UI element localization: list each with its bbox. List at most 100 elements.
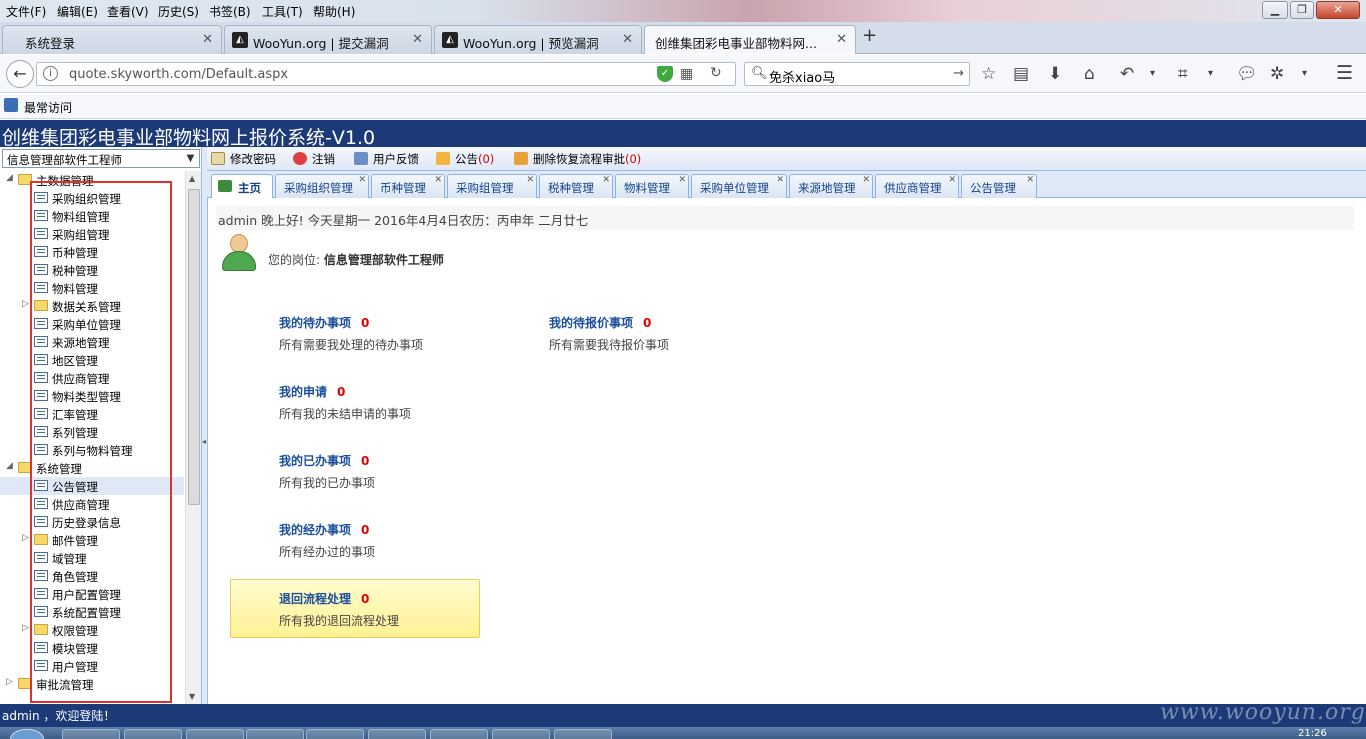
tab-app[interactable]: 来源地管理 ✕ — [789, 174, 873, 198]
task-apply-link[interactable]: 我的申请 — [279, 385, 327, 399]
taskbar-app[interactable] — [368, 729, 426, 739]
menu-tools[interactable]: 工具(T) — [262, 3, 303, 20]
undo-icon[interactable]: ↶ — [1120, 64, 1134, 84]
chevron-down-icon[interactable]: ▼ — [183, 151, 198, 166]
tree-item[interactable]: 供应商管理 — [0, 369, 184, 387]
browser-tab-skyworth[interactable]: 创维集团彩电事业部物料网... ✕ — [644, 25, 856, 54]
menu-bookmarks[interactable]: 书签(B) — [209, 3, 251, 20]
taskbar-app[interactable] — [186, 729, 244, 739]
tree-item[interactable]: 汇率管理 — [0, 405, 184, 423]
tab-close-icon[interactable]: ✕ — [602, 175, 610, 185]
tab-close-icon[interactable]: ✕ — [862, 175, 870, 185]
home-icon[interactable]: ⌂ — [1084, 64, 1095, 84]
tree-item[interactable]: 采购组管理 — [0, 225, 184, 243]
undo-dropdown-icon[interactable]: ▾ — [1150, 68, 1155, 79]
tab-close-icon[interactable]: ✕ — [202, 32, 213, 47]
hamburger-menu-icon[interactable]: ☰ — [1336, 62, 1353, 84]
tree-item[interactable]: 历史登录信息 — [0, 513, 184, 531]
reading-list-icon[interactable]: ▤ — [1013, 64, 1029, 84]
tab-app[interactable]: 采购组管理 ✕ — [447, 174, 537, 198]
taskbar-app[interactable] — [62, 729, 120, 739]
taskbar-app[interactable] — [492, 729, 550, 739]
taskbar-app[interactable] — [306, 729, 364, 739]
menu-help[interactable]: 帮助(H) — [313, 3, 355, 20]
tab-app[interactable]: 公告管理 ✕ — [961, 174, 1037, 198]
tree-item[interactable]: 采购组织管理 — [0, 189, 184, 207]
tree-item[interactable]: 来源地管理 — [0, 333, 184, 351]
task-handled-link[interactable]: 我的经办事项 — [279, 523, 351, 537]
tree-item[interactable]: 角色管理 — [0, 567, 184, 585]
tree-folder[interactable]: ▷ 权限管理 — [0, 621, 184, 639]
taskbar-app[interactable] — [124, 729, 182, 739]
tree-item[interactable]: 供应商管理 — [0, 495, 184, 513]
tab-close-icon[interactable]: ✕ — [948, 175, 956, 185]
logout-button[interactable]: 注销 — [293, 151, 335, 167]
menu-view[interactable]: 查看(V) — [107, 3, 149, 20]
tree-item[interactable]: 用户管理 — [0, 657, 184, 675]
delete-restore-button[interactable]: 删除恢复流程审批(0) — [514, 151, 641, 167]
browser-tab-login[interactable]: 系统登录 ✕ — [2, 25, 222, 54]
restore-button[interactable]: ❐ — [1290, 1, 1314, 19]
collapse-icon[interactable]: ◢ — [6, 461, 16, 471]
tab-close-icon[interactable]: ✕ — [434, 175, 442, 185]
feedback-button[interactable]: 用户反馈 — [354, 151, 419, 167]
task-returned-link[interactable]: 退回流程处理 — [279, 592, 351, 606]
task-quote-link[interactable]: 我的待报价事项 — [549, 316, 633, 330]
scroll-up-icon[interactable]: ▲ — [189, 174, 195, 183]
shield-icon[interactable]: ✓ — [657, 66, 673, 82]
tree-item[interactable]: 系列管理 — [0, 423, 184, 441]
back-button[interactable]: ← — [6, 60, 34, 88]
search-input[interactable]: 免杀xiao马 — [769, 67, 835, 86]
role-select[interactable]: 信息管理部软件工程师 ▼ — [2, 149, 200, 168]
expand-icon[interactable]: ▷ — [22, 533, 32, 543]
tree-item[interactable]: 系列与物料管理 — [0, 441, 184, 459]
taskbar-app[interactable] — [246, 729, 304, 739]
tab-app[interactable]: 采购组织管理 ✕ — [275, 174, 369, 198]
search-go-icon[interactable]: → — [953, 66, 964, 81]
tree-item[interactable]: 地区管理 — [0, 351, 184, 369]
info-icon[interactable]: i — [43, 66, 58, 81]
crop-icon[interactable]: ⌗ — [1178, 64, 1188, 84]
tree-item[interactable]: 模块管理 — [0, 639, 184, 657]
tab-app[interactable]: 采购单位管理 ✕ — [691, 174, 787, 198]
browser-tab-wooyun-submit[interactable]: ◭ WooYun.org | 提交漏洞 ✕ — [224, 25, 432, 54]
tab-close-icon[interactable]: ✕ — [526, 175, 534, 185]
tree-item[interactable]: 物料管理 — [0, 279, 184, 297]
bookmark-star-icon[interactable]: ☆ — [981, 64, 996, 84]
tree-item[interactable]: 税种管理 — [0, 261, 184, 279]
scroll-thumb[interactable] — [188, 189, 200, 505]
crop-dropdown-icon[interactable]: ▾ — [1208, 68, 1213, 79]
tree-folder[interactable]: ▷ 审批流管理 — [0, 675, 184, 693]
tree-folder[interactable]: ▷ 数据关系管理 — [0, 297, 184, 315]
minimize-button[interactable]: ▁ — [1262, 1, 1288, 19]
task-done-link[interactable]: 我的已办事项 — [279, 454, 351, 468]
change-password-button[interactable]: 修改密码 — [211, 151, 276, 167]
tree-folder[interactable]: ◢ 系统管理 — [0, 459, 184, 477]
tree-item[interactable]: 系统配置管理 — [0, 603, 184, 621]
chat-icon[interactable]: 💬︎ — [1236, 64, 1258, 84]
tab-app[interactable]: 物料管理 ✕ — [615, 174, 689, 198]
tree-folder[interactable]: ▷ 邮件管理 — [0, 531, 184, 549]
qrcode-icon[interactable]: ▦ — [680, 66, 693, 82]
tree-item[interactable]: 币种管理 — [0, 243, 184, 261]
bookmark-most-visited[interactable]: 最常访问 — [24, 99, 72, 116]
start-button-icon[interactable] — [10, 729, 44, 739]
search-bar[interactable]: 🔍︎ 免杀xiao马 → — [744, 62, 970, 86]
tree-item[interactable]: 公告管理 — [0, 477, 184, 495]
reload-icon[interactable]: ↻ — [710, 65, 722, 81]
tree-scrollbar[interactable]: ▲ ▼ — [185, 171, 201, 704]
tree-item[interactable]: 物料类型管理 — [0, 387, 184, 405]
tab-app[interactable]: 供应商管理 ✕ — [875, 174, 959, 198]
addon-dropdown-icon[interactable]: ▾ — [1302, 68, 1307, 79]
tab-close-icon[interactable]: ✕ — [622, 32, 633, 47]
tab-close-icon[interactable]: ✕ — [776, 175, 784, 185]
download-icon[interactable]: ⬇ — [1048, 64, 1062, 84]
addon-icon[interactable]: ✲ — [1270, 64, 1284, 84]
tree-item[interactable]: 域管理 — [0, 549, 184, 567]
tree-folder[interactable]: ◢ 主数据管理 — [0, 171, 184, 189]
collapse-arrow-icon[interactable]: ◂ — [202, 437, 206, 446]
scroll-down-icon[interactable]: ▼ — [189, 692, 195, 701]
tab-home[interactable]: 主页 — [211, 174, 273, 199]
tab-close-icon[interactable]: ✕ — [358, 175, 366, 185]
expand-icon[interactable]: ▷ — [22, 623, 32, 633]
